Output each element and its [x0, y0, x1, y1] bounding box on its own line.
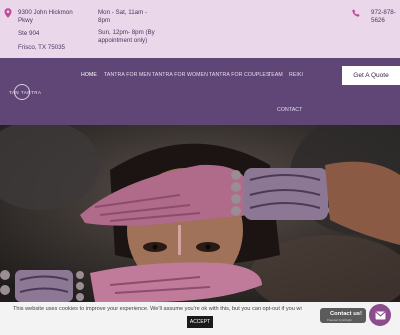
top-info-bar: 9300 John Hickmon Pkwy Ste 904 Frisco, T… [0, 0, 400, 58]
location-pin-icon [4, 8, 12, 18]
accept-cookies-button[interactable]: ACCEPT [187, 316, 213, 328]
hours-line-4: appointment only) [98, 36, 148, 44]
address-block: 9300 John Hickmon Pkwy Ste 904 Frisco, T… [18, 9, 73, 57]
nav-item-tantra-for-women[interactable]: TANTRA FOR WOMEN [152, 72, 208, 78]
nav-item-home[interactable]: HOME [81, 72, 97, 78]
hero-image [0, 125, 400, 302]
hours-block: Mon - Sat, 11am - 8pm Sun, 12pm- 8pm (By… [98, 9, 168, 49]
phone-number[interactable]: 972-878- 5626 [371, 9, 399, 24]
envelope-icon [374, 310, 386, 320]
nav-item-team[interactable]: TEAM [268, 72, 283, 78]
hero-illustration [0, 125, 400, 302]
address-line-1: 9300 John Hickmon [18, 9, 73, 16]
cookie-message: This website uses cookies to improve you… [13, 306, 302, 312]
phone-line-1: 972-878- [371, 9, 396, 16]
phone-line-2: 5626 [371, 16, 385, 24]
powered-by-label: Powered by Elfsight [327, 318, 352, 322]
contact-us-label: Contact us! [330, 311, 362, 317]
address-line-2: Pkwy [18, 16, 33, 24]
address-line-4: Frisco, TX 75035 [18, 43, 66, 51]
logo-text[interactable]: TAN TANTRA [9, 90, 42, 95]
chat-button[interactable] [369, 304, 391, 326]
address-line-3: Ste 904 [18, 30, 40, 37]
nav-item-reiki[interactable]: REIKI [289, 72, 303, 78]
hours-line-1: Mon - Sat, 11am - [98, 9, 148, 16]
main-navigation [0, 58, 400, 125]
phone-icon [352, 9, 360, 17]
contact-us-widget[interactable]: Contact us! Powered by Elfsight [320, 308, 366, 323]
hours-line-2: 8pm [98, 16, 111, 24]
nav-item-tantra-for-couples[interactable]: TANTRA FOR COUPLES [209, 72, 270, 78]
get-a-quote-button[interactable]: Get A Quote [342, 66, 400, 85]
hours-line-3: Sun, 12pm- 8pm (By [98, 29, 155, 36]
nav-item-tantra-for-men[interactable]: TANTRA FOR MEN [104, 72, 151, 78]
nav-item-contact[interactable]: CONTACT [277, 107, 302, 113]
